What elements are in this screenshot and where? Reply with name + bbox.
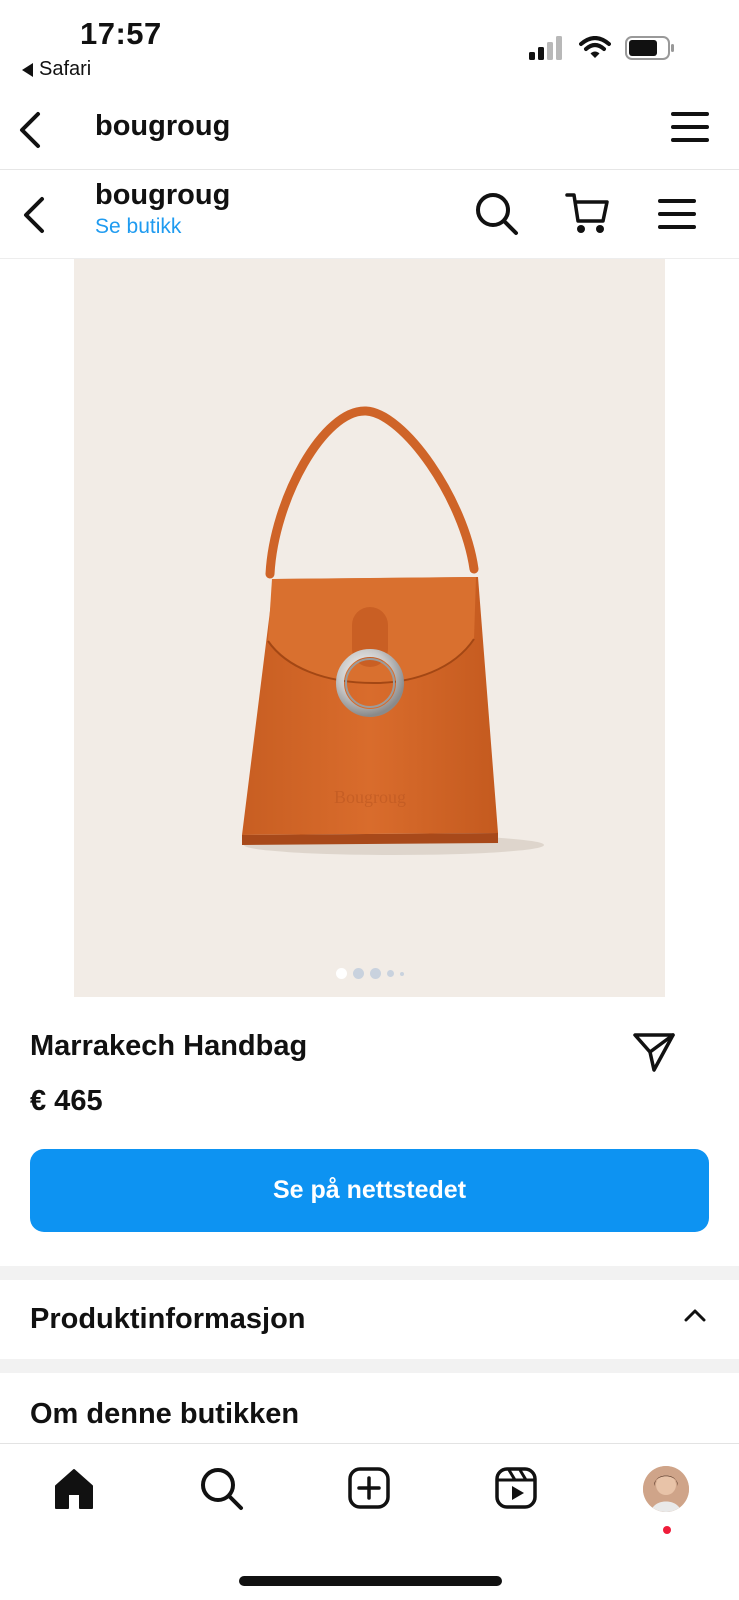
hamburger-menu-icon[interactable] [658,197,696,231]
signal-icon [529,36,562,60]
carousel-indicator [74,968,665,979]
back-arrow-icon[interactable] [14,108,44,152]
back-to-safari-link[interactable]: Safari [22,58,91,81]
svg-text:Bougroug: Bougroug [334,787,406,807]
search-icon[interactable] [474,191,520,237]
carousel-dot [352,968,364,979]
status-icons [529,36,675,60]
shop-title[interactable]: bougroug [95,179,230,212]
back-triangle-icon [22,62,33,77]
search-icon[interactable] [199,1466,245,1512]
chevron-up-icon[interactable] [684,1308,706,1322]
home-icon[interactable] [52,1466,96,1510]
notification-dot [663,1526,671,1534]
section-product-info[interactable]: Produktinformasjon [30,1303,306,1336]
carousel-dot [335,968,347,979]
section-about-shop[interactable]: Om denne butikken [30,1398,299,1431]
product-name: Marrakech Handbag [30,1030,308,1062]
product-price: € 465 [30,1085,103,1117]
profile-avatar[interactable] [643,1466,689,1512]
status-bar: 17:57 Safari [0,0,739,88]
top-nav-title: bougroug [95,110,231,142]
carousel-dot [386,970,394,977]
hamburger-menu-icon[interactable] [671,110,709,144]
cart-icon[interactable] [565,191,611,237]
profile-avatar-image [643,1466,689,1512]
shop-header: bougroug Se butikk [0,171,739,259]
reels-icon[interactable] [494,1466,538,1510]
carousel-dot [399,971,404,976]
orange-handbag-image: Bougroug [242,406,544,855]
back-arrow-icon[interactable] [18,193,48,237]
carousel-dot [369,968,381,979]
battery-icon [625,36,674,60]
top-nav: bougroug [0,88,739,170]
product-image-carousel[interactable]: Bougroug [74,259,665,997]
section-divider [0,1266,739,1280]
send-icon[interactable] [632,1030,676,1074]
wifi-icon [579,36,611,58]
section-divider [0,1359,739,1373]
back-app-label: Safari [39,58,92,80]
view-on-website-button[interactable]: Se på nettstedet [30,1149,709,1232]
create-post-icon[interactable] [347,1466,391,1510]
home-indicator [239,1576,502,1586]
view-shop-link[interactable]: Se butikk [95,215,181,239]
status-time: 17:57 [80,16,162,51]
